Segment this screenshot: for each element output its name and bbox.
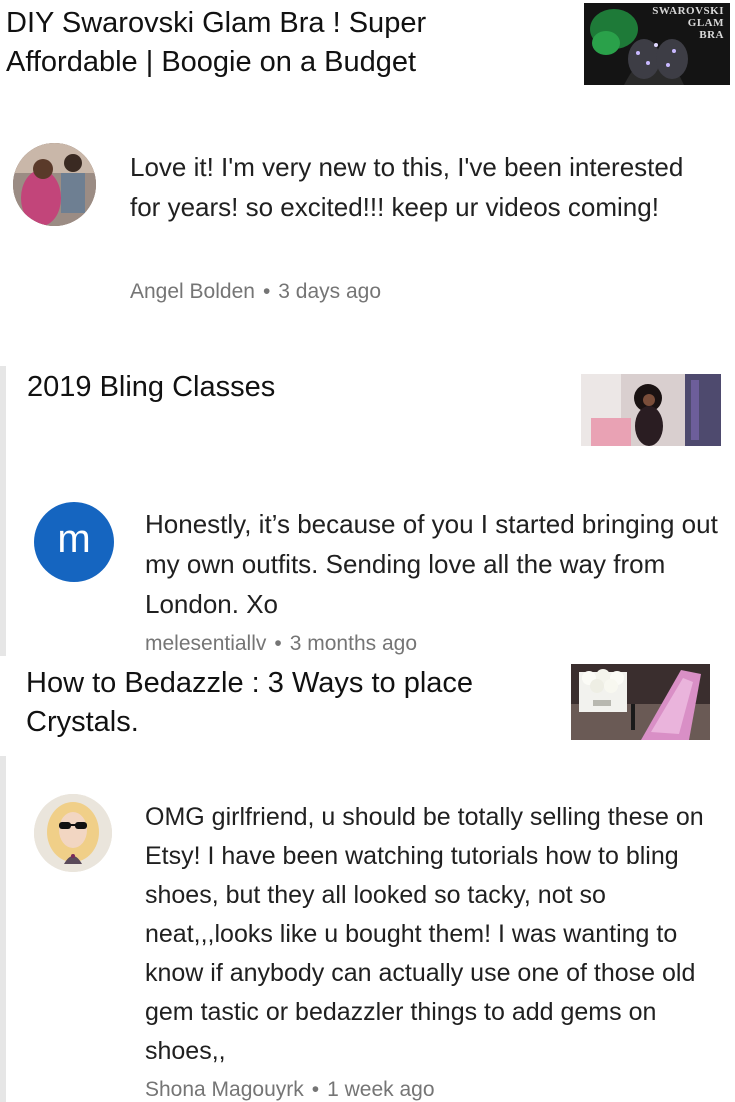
meta-separator: • [274,632,282,655]
comment-meta: Angel Bolden • 3 days ago [130,280,381,304]
comment-meta: melesentiallv • 3 months ago [145,632,417,656]
thumbnail-image [581,374,721,446]
comment-text: Honestly, it’s because of you I started … [145,509,718,619]
comment-time: 1 week ago [327,1078,435,1101]
video-thumbnail[interactable] [581,374,721,446]
avatar[interactable] [34,794,112,872]
thumbnail-image [571,664,710,740]
comment-time: 3 months ago [289,632,418,655]
avatar[interactable]: m [34,502,114,582]
avatar-image [34,794,112,872]
comment-text: OMG girlfriend, u should be totally sell… [145,803,704,1065]
video-thumbnail[interactable] [571,664,710,740]
left-edge-divider [0,366,6,656]
video-title[interactable]: DIY Swarovski Glam Bra ! Super Affordabl… [6,4,506,82]
avatar[interactable] [13,143,96,226]
comment-meta: Shona Magouyrk • 1 week ago [145,1078,435,1102]
comment-time: 3 days ago [278,280,382,303]
video-thumbnail[interactable]: SWAROVSKI GLAM BRA [584,3,730,85]
meta-separator: • [311,1078,320,1101]
meta-separator: • [262,280,271,303]
avatar-image [13,143,96,226]
comment-author[interactable]: melesentiallv [145,632,266,655]
comment-text: Love it! I'm very new to this, I've been… [130,152,684,222]
left-edge-divider [0,756,6,1102]
notification-item-3[interactable]: How to Bedazzle : 3 Ways to place Crysta… [0,656,735,1102]
notification-item-1[interactable]: DIY Swarovski Glam Bra ! Super Affordabl… [0,0,735,340]
video-title[interactable]: How to Bedazzle : 3 Ways to place Crysta… [26,664,526,742]
notification-item-2[interactable]: 2019 Bling Classes m Honestly, it’s beca… [0,366,735,656]
video-title[interactable]: 2019 Bling Classes [27,368,527,407]
avatar-letter: m [57,517,91,561]
comment-author[interactable]: Angel Bolden [130,280,255,303]
thumbnail-overlay-text: SWAROVSKI GLAM BRA [652,5,724,41]
comment-author[interactable]: Shona Magouyrk [145,1078,304,1101]
